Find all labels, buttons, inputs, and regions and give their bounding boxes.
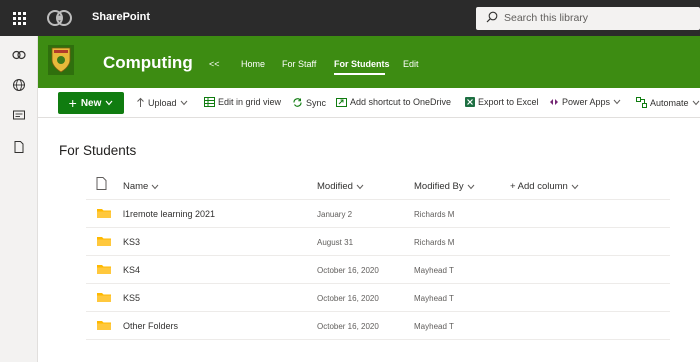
document-icon[interactable]: [12, 140, 26, 154]
folder-icon: [97, 237, 111, 246]
table-row[interactable]: [86, 228, 670, 256]
nav-active-indicator: [334, 73, 385, 75]
suite-bar: SharePoint Search this library: [0, 0, 700, 36]
org-logo-small-icon[interactable]: [12, 48, 26, 62]
org-logo-icon[interactable]: [46, 8, 74, 28]
nav-for-students[interactable]: For Students: [334, 59, 390, 69]
row-modified-by[interactable]: Mayhead T: [414, 266, 454, 275]
automate-icon: [636, 97, 647, 108]
power-apps-label: Power Apps: [562, 97, 611, 107]
column-header-row: [86, 170, 670, 200]
chevron-down-icon: [356, 184, 364, 189]
shortcut-icon: [336, 98, 347, 107]
folder-icon: [97, 293, 111, 302]
column-name[interactable]: Name: [123, 181, 159, 192]
news-icon[interactable]: [12, 108, 26, 122]
row-modified: August 31: [317, 238, 354, 247]
power-apps-button[interactable]: Power Apps: [549, 97, 621, 107]
edit-grid-label: Edit in grid view: [218, 97, 282, 107]
export-label: Export to Excel: [478, 97, 539, 107]
site-header: Computing << Home For Staff For Students…: [38, 36, 700, 88]
folder-icon: [97, 209, 111, 218]
app-name[interactable]: SharePoint: [92, 11, 150, 23]
column-modified-by-label: Modified By: [414, 181, 464, 192]
scroll-area: [690, 118, 700, 362]
column-modified[interactable]: Modified: [317, 181, 364, 192]
row-modified-by[interactable]: Richards M: [414, 210, 454, 219]
power-apps-icon: [550, 99, 558, 105]
add-shortcut-label: Add shortcut to OneDrive: [350, 97, 452, 107]
export-excel-button[interactable]: Export to Excel: [465, 97, 539, 107]
row-modified: January 2: [317, 210, 353, 219]
search-input[interactable]: Search this library: [476, 7, 700, 30]
new-button-label: New: [80, 97, 102, 109]
nav-for-staff[interactable]: For Staff: [282, 59, 316, 69]
sync-label: Sync: [306, 97, 327, 108]
chevron-down-icon: [180, 100, 187, 105]
row-name[interactable]: KS4: [123, 265, 140, 275]
folder-icon: [97, 321, 111, 330]
site-title[interactable]: Computing: [103, 53, 193, 73]
row-name[interactable]: KS5: [123, 293, 140, 303]
upload-label: Upload: [148, 97, 177, 108]
row-modified: October 16, 2020: [317, 294, 379, 303]
chevron-down-icon: [105, 100, 113, 106]
row-modified: October 16, 2020: [317, 322, 379, 331]
app-launcher-button[interactable]: [0, 0, 38, 36]
column-modified-by[interactable]: Modified By: [414, 181, 475, 192]
automate-label: Automate: [650, 97, 689, 108]
row-modified-by[interactable]: Mayhead T: [414, 322, 454, 331]
search-placeholder: Search this library: [504, 12, 589, 24]
add-column-label: + Add column: [510, 181, 568, 192]
row-name[interactable]: l1remote learning 2021: [123, 209, 215, 219]
row-modified: October 16, 2020: [317, 266, 379, 275]
upload-button[interactable]: Upload: [136, 97, 188, 108]
upload-icon: [137, 97, 144, 107]
sync-icon: [293, 98, 302, 107]
grid-icon: [204, 97, 215, 107]
chevron-down-icon: [467, 184, 475, 189]
row-modified-by[interactable]: Richards M: [414, 238, 454, 247]
column-modified-label: Modified: [317, 181, 353, 192]
add-column-button[interactable]: + Add column: [510, 181, 579, 192]
edit-grid-view-button[interactable]: Edit in grid view: [204, 97, 281, 107]
row-name[interactable]: KS3: [123, 237, 140, 247]
row-name[interactable]: Other Folders: [123, 321, 178, 331]
globe-icon[interactable]: [12, 78, 26, 92]
automate-button[interactable]: Automate: [636, 97, 700, 108]
column-name-label: Name: [123, 181, 149, 192]
folder-icon: [97, 265, 111, 274]
chevron-down-icon: [571, 184, 579, 189]
file-type-icon[interactable]: [96, 177, 107, 190]
chevron-down-icon: [613, 99, 621, 105]
new-button[interactable]: + New: [58, 92, 124, 114]
nav-edit[interactable]: Edit: [403, 59, 419, 69]
chevron-down-icon: [151, 184, 159, 189]
waffle-icon: [12, 11, 26, 25]
sync-button[interactable]: Sync: [292, 97, 326, 108]
school-crest-icon[interactable]: [48, 45, 74, 75]
row-modified-by[interactable]: Mayhead T: [414, 294, 454, 303]
command-bar: + New Upload Edit in grid view Sync Add …: [38, 88, 700, 118]
search-icon: [486, 11, 498, 23]
excel-icon: [465, 97, 475, 107]
plus-icon: +: [68, 95, 77, 111]
library-title: For Students: [59, 143, 137, 158]
add-shortcut-button[interactable]: Add shortcut to OneDrive: [336, 97, 451, 107]
app-rail: [0, 36, 38, 362]
nav-home[interactable]: Home: [241, 59, 265, 69]
nav-collapse[interactable]: <<: [209, 59, 220, 69]
chevron-down-icon: [692, 100, 699, 105]
